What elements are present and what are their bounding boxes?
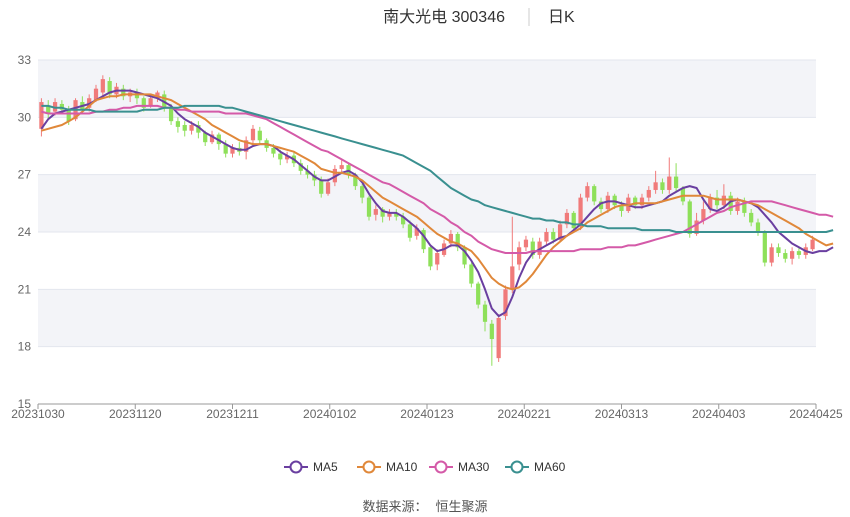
candle-up bbox=[339, 165, 344, 169]
candle-down bbox=[489, 323, 494, 340]
candle-up bbox=[510, 266, 515, 290]
candle-up bbox=[325, 182, 331, 194]
x-tick-label: 20231030 bbox=[11, 407, 65, 421]
candle-up bbox=[646, 189, 651, 198]
candle-down bbox=[319, 180, 324, 194]
chart-header: 南大光电 300346 日K bbox=[383, 8, 575, 26]
legend-label-ma60: MA60 bbox=[534, 460, 566, 474]
candle-up bbox=[148, 98, 153, 106]
legend-marker-ma5 bbox=[289, 460, 303, 474]
candle-up bbox=[189, 124, 194, 131]
x-tick-label: 20240425 bbox=[789, 407, 843, 421]
candle-up bbox=[810, 239, 815, 250]
legend-marker-ma30 bbox=[434, 460, 448, 474]
candle-down bbox=[796, 251, 802, 255]
candle-down bbox=[182, 124, 187, 131]
candle-down bbox=[755, 222, 761, 232]
data-source-text: 数据来源： 恒生聚源 bbox=[362, 499, 487, 514]
y-tick-label: 21 bbox=[18, 282, 32, 296]
candle-up bbox=[544, 232, 549, 242]
candle-down bbox=[592, 186, 597, 202]
candle-down bbox=[257, 130, 262, 141]
data-source-label: 数据来源： bbox=[362, 499, 427, 514]
candle-down bbox=[407, 224, 413, 238]
kline-chart: 南大光电 300346 日K 15182124273033 20231030 20… bbox=[11, 8, 843, 514]
candle-down bbox=[168, 107, 174, 122]
candle-down bbox=[175, 121, 181, 127]
candle-down bbox=[469, 264, 474, 284]
candle-up bbox=[100, 79, 105, 93]
y-tick-label: 33 bbox=[18, 53, 32, 67]
candle-down bbox=[749, 212, 754, 223]
y-tick-label: 18 bbox=[18, 340, 32, 354]
x-axis: 20231030 20231120 20231211 20240102 20240123… bbox=[11, 403, 843, 421]
candle-down bbox=[278, 153, 283, 160]
candle-up bbox=[435, 253, 440, 265]
candle-up bbox=[653, 182, 658, 190]
candle-up bbox=[789, 251, 795, 259]
legend-marker-ma10 bbox=[362, 460, 376, 474]
x-tick-label: 20240313 bbox=[595, 407, 649, 421]
candle-down bbox=[271, 147, 276, 154]
legend-label-ma30: MA30 bbox=[458, 460, 490, 474]
x-tick-label: 20231211 bbox=[206, 407, 259, 421]
candle-down bbox=[762, 232, 767, 263]
grid-band bbox=[38, 289, 816, 347]
legend-label-ma10: MA10 bbox=[386, 460, 418, 474]
candle-down bbox=[783, 253, 788, 259]
y-tick-label: 27 bbox=[18, 168, 32, 182]
candle-down bbox=[776, 247, 781, 254]
data-source-value: 恒生聚源 bbox=[436, 499, 488, 514]
legend-marker-ma60 bbox=[510, 460, 524, 474]
candle-down bbox=[673, 176, 679, 189]
candle-up bbox=[517, 247, 522, 265]
x-tick-label: 20240221 bbox=[498, 407, 552, 421]
candle-down bbox=[660, 182, 665, 190]
chart-legend: MA5 MA10 MA30 MA60 bbox=[284, 460, 566, 474]
x-tick-label: 20240102 bbox=[303, 407, 357, 421]
data-source: 数据来源： 恒生聚源 bbox=[362, 499, 487, 514]
candle-up bbox=[523, 239, 529, 248]
candle-up bbox=[585, 186, 590, 198]
x-tick-label: 20240123 bbox=[400, 407, 454, 421]
candle-down bbox=[482, 304, 488, 322]
candle-down bbox=[571, 212, 576, 229]
y-tick-label: 30 bbox=[18, 110, 32, 124]
candle-up bbox=[667, 176, 672, 190]
candle-down bbox=[428, 247, 433, 267]
y-axis: 15182124273033 bbox=[18, 53, 32, 411]
legend-label-ma5: MA5 bbox=[313, 460, 338, 474]
candle-up bbox=[250, 128, 256, 141]
y-tick-label: 24 bbox=[18, 225, 32, 239]
candle-up bbox=[769, 247, 774, 263]
candle-down bbox=[551, 232, 556, 240]
chart-title-stock: 南大光电 300346 bbox=[383, 8, 505, 26]
candle-up bbox=[496, 318, 501, 359]
candle-up bbox=[373, 209, 378, 215]
candle-down bbox=[476, 283, 481, 305]
chart-title-period: 日K bbox=[548, 9, 575, 26]
candle-down bbox=[366, 197, 372, 217]
candle-down bbox=[360, 186, 365, 198]
x-tick-label: 20240403 bbox=[692, 407, 746, 421]
x-tick-label: 20231120 bbox=[109, 407, 162, 421]
